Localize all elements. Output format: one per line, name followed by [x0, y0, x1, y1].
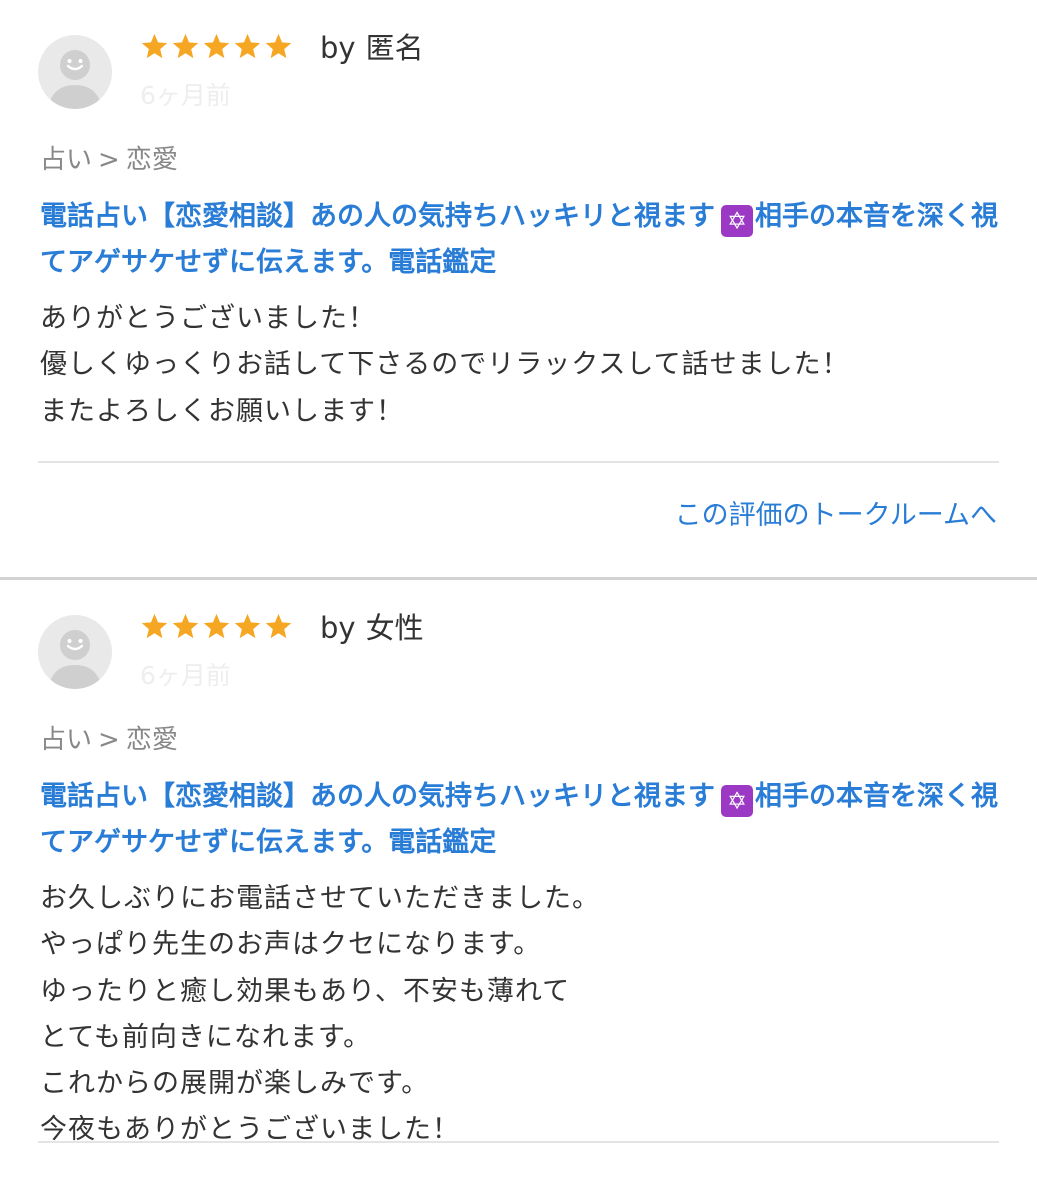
star-icon [265, 33, 292, 59]
rating-stars [140, 32, 293, 61]
star-icon [141, 33, 168, 59]
user-avatar-icon[interactable] [38, 615, 112, 689]
author-name: 匿名 [365, 31, 424, 65]
star-icon [203, 613, 230, 639]
review-date: 6ヶ月前 [140, 661, 231, 690]
review-body: お久しぶりにお電話させていただきました。 やっぱり先生のお声はクセになります。 … [40, 883, 600, 1146]
talk-room-link[interactable]: この評価のトークルームへ [675, 496, 997, 536]
service-title-link[interactable]: 電話占い【恋愛相談】あの人の気持ちハッキリと視ます ✡ 相手の本音を深く視てアゲサケ… [40, 774, 1000, 866]
category-child-link[interactable]: 恋愛 [126, 145, 178, 175]
category-parent-link[interactable]: 占い [40, 145, 92, 175]
breadcrumb: 占い > 恋愛 [40, 145, 178, 175]
divider [38, 1141, 999, 1143]
star-icon [203, 33, 230, 59]
star-icon [234, 33, 261, 59]
star-icon [234, 613, 261, 639]
star-of-david-icon: ✡ [721, 785, 753, 817]
star-of-david-icon: ✡ [721, 205, 753, 237]
divider [38, 461, 999, 463]
review-author: by 匿名 [320, 31, 424, 65]
review-author: by 女性 [320, 611, 424, 645]
author-name: 女性 [365, 611, 424, 645]
star-icon [172, 33, 199, 59]
category-parent-link[interactable]: 占い [40, 725, 92, 755]
star-icon [172, 613, 199, 639]
user-avatar-icon[interactable] [38, 35, 112, 109]
review-card: by 女性 6ヶ月前 占い > 恋愛 電話占い【恋愛相談】あの人の気持ちハッキリと視ま… [0, 580, 1037, 1203]
star-icon [141, 613, 168, 639]
review-card: by 匿名 6ヶ月前 占い > 恋愛 電話占い【恋愛相談】あの人の気持ちハッキリと視ま… [0, 0, 1037, 577]
breadcrumb: 占い > 恋愛 [40, 725, 178, 755]
review-body: ありがとうございました！ 優しくゆっくりお話して下さるのでリラックスして話せまし… [40, 303, 850, 427]
review-date: 6ヶ月前 [140, 81, 231, 110]
rating-stars [140, 612, 293, 641]
service-title-link[interactable]: 電話占い【恋愛相談】あの人の気持ちハッキリと視ます ✡ 相手の本音を深く視てアゲサケ… [40, 194, 1000, 286]
star-icon [265, 613, 292, 639]
category-child-link[interactable]: 恋愛 [126, 725, 178, 755]
